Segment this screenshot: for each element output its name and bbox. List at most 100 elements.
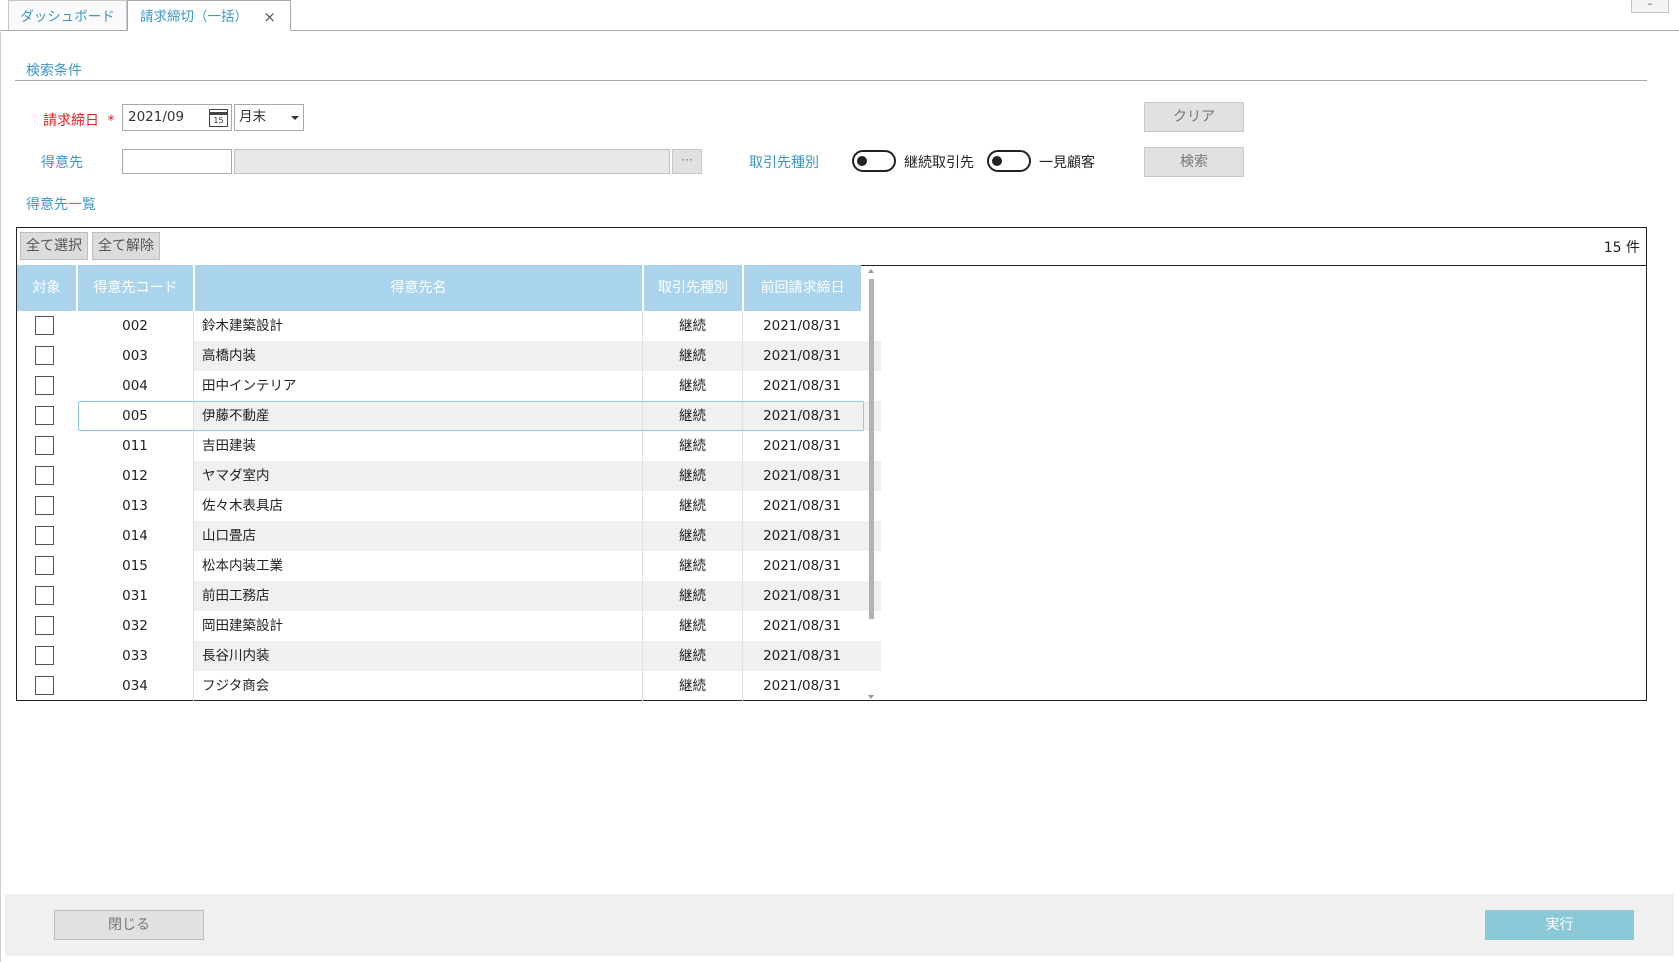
row-customer-name: 鈴木建築設計 bbox=[194, 311, 643, 341]
row-target-cell bbox=[17, 371, 77, 401]
closing-date-value: 2021/09 bbox=[128, 109, 185, 125]
row-target-cell bbox=[17, 431, 77, 461]
row-checkbox[interactable] bbox=[35, 616, 54, 635]
row-checkbox[interactable] bbox=[35, 316, 54, 335]
column-partner-kind[interactable]: 取引先種別 bbox=[644, 265, 744, 311]
row-checkbox[interactable] bbox=[35, 406, 54, 425]
row-target-cell bbox=[17, 341, 77, 371]
table-row[interactable]: 014 山口畳店 継続 2021/08/31 bbox=[17, 521, 881, 551]
row-target-cell bbox=[17, 311, 77, 341]
table-row[interactable]: 011 吉田建装 継続 2021/08/31 bbox=[17, 431, 881, 461]
select-all-button[interactable]: 全て選択 bbox=[20, 232, 88, 260]
column-customer-name[interactable]: 得意先名 bbox=[195, 265, 644, 311]
toggle-knob bbox=[992, 156, 1002, 166]
row-last-closing-date: 2021/08/31 bbox=[763, 438, 841, 454]
row-checkbox[interactable] bbox=[35, 586, 54, 605]
scroll-up-icon[interactable] bbox=[868, 269, 874, 273]
list-toolbar: 全て選択 全て解除 15 件 bbox=[17, 228, 1646, 266]
row-checkbox[interactable] bbox=[35, 526, 54, 545]
row-partner-kind: 継続 bbox=[643, 521, 743, 551]
row-last-closing-date: 2021/08/31 bbox=[763, 528, 841, 544]
row-customer-code: 032 bbox=[77, 611, 194, 641]
close-button[interactable]: 閉じる bbox=[54, 910, 204, 940]
onetime-customer-toggle[interactable] bbox=[987, 150, 1031, 172]
clear-button[interactable]: クリア bbox=[1144, 102, 1244, 132]
table-row[interactable]: 005 伊藤不動産 継続 2021/08/31 bbox=[17, 401, 881, 431]
table-row[interactable]: 034 フジタ商会 継続 2021/08/31 bbox=[17, 671, 881, 701]
row-target-cell bbox=[17, 611, 77, 641]
table-row[interactable]: 003 高橋内装 継続 2021/08/31 bbox=[17, 341, 881, 371]
column-customer-code[interactable]: 得意先コード bbox=[78, 265, 195, 311]
customer-list-panel: 全て選択 全て解除 15 件 対象 得意先コード 得意先名 取引先種別 前回請求… bbox=[16, 227, 1647, 701]
row-partner-kind: 継続 bbox=[643, 641, 743, 671]
row-checkbox[interactable] bbox=[35, 436, 54, 455]
close-icon[interactable]: × bbox=[263, 1, 276, 33]
scroll-thumb[interactable] bbox=[869, 279, 874, 619]
row-customer-code: 013 bbox=[77, 491, 194, 521]
table-row[interactable]: 033 長谷川内装 継続 2021/08/31 bbox=[17, 641, 881, 671]
partner-kind-label: 取引先種別 bbox=[749, 155, 819, 171]
row-partner-kind: 継続 bbox=[643, 311, 743, 341]
row-last-closing-date: 2021/08/31 bbox=[763, 318, 841, 334]
row-partner-kind: 継続 bbox=[643, 341, 743, 371]
row-customer-code: 014 bbox=[77, 521, 194, 551]
closing-date-input[interactable]: 2021/09 15 bbox=[122, 104, 232, 131]
row-customer-code: 003 bbox=[77, 341, 194, 371]
row-customer-code: 015 bbox=[77, 551, 194, 581]
row-checkbox[interactable] bbox=[35, 346, 54, 365]
row-customer-code: 012 bbox=[77, 461, 194, 491]
row-last-closing-date: 2021/08/31 bbox=[763, 468, 841, 484]
row-customer-name: 前田工務店 bbox=[194, 581, 643, 611]
table-header: 対象 得意先コード 得意先名 取引先種別 前回請求締日 bbox=[17, 265, 881, 311]
row-checkbox[interactable] bbox=[35, 556, 54, 575]
row-last-closing-date: 2021/08/31 bbox=[763, 348, 841, 364]
search-button[interactable]: 検索 bbox=[1144, 147, 1244, 177]
continuing-partner-toggle[interactable] bbox=[852, 150, 896, 172]
table-row[interactable]: 013 佐々木表具店 継続 2021/08/31 bbox=[17, 491, 881, 521]
table-row[interactable]: 032 岡田建築設計 継続 2021/08/31 bbox=[17, 611, 881, 641]
divider bbox=[15, 80, 1647, 81]
row-checkbox[interactable] bbox=[35, 376, 54, 395]
table-row[interactable]: 002 鈴木建築設計 継続 2021/08/31 bbox=[17, 311, 881, 341]
row-customer-code: 011 bbox=[77, 431, 194, 461]
deselect-all-button[interactable]: 全て解除 bbox=[92, 232, 160, 260]
row-partner-kind: 継続 bbox=[643, 461, 743, 491]
row-checkbox[interactable] bbox=[35, 466, 54, 485]
execute-button[interactable]: 実行 bbox=[1485, 910, 1634, 940]
closing-day-select[interactable]: 月末 bbox=[234, 104, 304, 131]
row-checkbox[interactable] bbox=[35, 646, 54, 665]
closing-date-label-text: 請求締日 bbox=[43, 113, 99, 129]
row-customer-name: 松本内装工業 bbox=[194, 551, 643, 581]
row-checkbox[interactable] bbox=[35, 496, 54, 515]
row-last-closing-date: 2021/08/31 bbox=[763, 588, 841, 604]
row-last-closing-date: 2021/08/31 bbox=[763, 678, 841, 694]
row-customer-code: 033 bbox=[77, 641, 194, 671]
vertical-scrollbar[interactable] bbox=[866, 265, 878, 701]
row-customer-name: ヤマダ室内 bbox=[194, 461, 643, 491]
table-row[interactable]: 015 松本内装工業 継続 2021/08/31 bbox=[17, 551, 881, 581]
table-row[interactable]: 004 田中インテリア 継続 2021/08/31 bbox=[17, 371, 881, 401]
customer-lookup-button[interactable]: ··· bbox=[672, 149, 702, 174]
row-customer-code: 002 bbox=[77, 311, 194, 341]
minimize-button[interactable]: – bbox=[1631, 0, 1669, 13]
row-partner-kind: 継続 bbox=[643, 371, 743, 401]
tab-billing-close[interactable]: 請求締切（一括） × bbox=[127, 0, 291, 31]
row-customer-code: 031 bbox=[77, 581, 194, 611]
scroll-down-icon[interactable] bbox=[868, 695, 874, 699]
customer-list-title: 得意先一覧 bbox=[26, 197, 96, 213]
column-last-closing-date[interactable]: 前回請求締日 bbox=[744, 265, 861, 311]
row-target-cell bbox=[17, 521, 77, 551]
customer-code-input[interactable] bbox=[122, 149, 232, 174]
row-partner-kind: 継続 bbox=[643, 581, 743, 611]
row-checkbox[interactable] bbox=[35, 676, 54, 695]
calendar-icon[interactable]: 15 bbox=[209, 109, 228, 127]
chevron-down-icon bbox=[291, 116, 299, 120]
table-row[interactable]: 012 ヤマダ室内 継続 2021/08/31 bbox=[17, 461, 881, 491]
record-count: 15 件 bbox=[1603, 240, 1640, 256]
customer-label: 得意先 bbox=[41, 155, 83, 171]
row-partner-kind: 継続 bbox=[643, 431, 743, 461]
tab-dashboard[interactable]: ダッシュボード bbox=[8, 0, 127, 30]
row-customer-name: 高橋内装 bbox=[194, 341, 643, 371]
row-partner-kind: 継続 bbox=[643, 611, 743, 641]
table-row[interactable]: 031 前田工務店 継続 2021/08/31 bbox=[17, 581, 881, 611]
